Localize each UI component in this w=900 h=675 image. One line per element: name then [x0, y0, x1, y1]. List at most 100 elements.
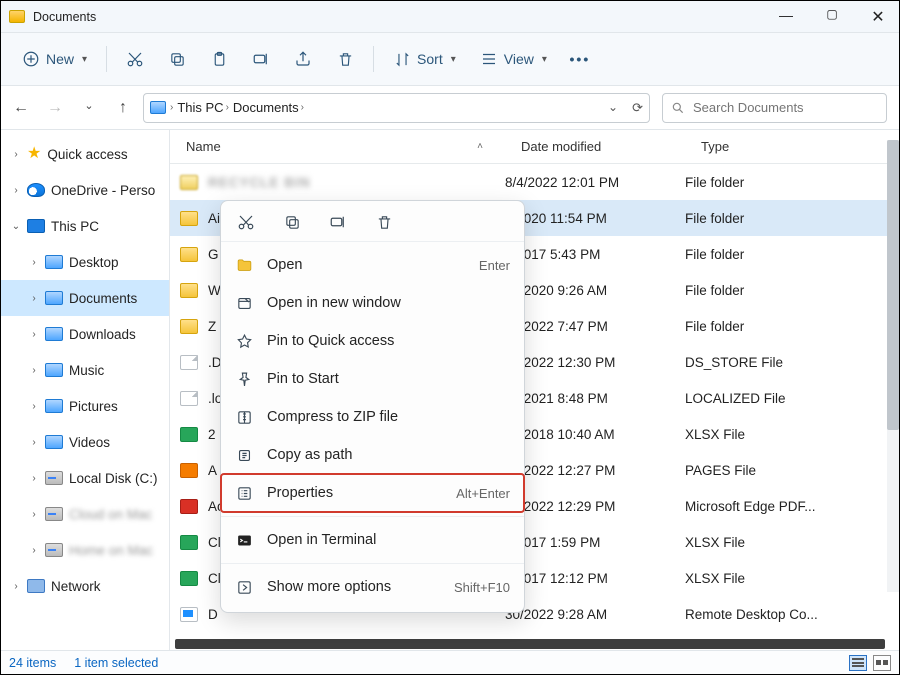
window-icon: [235, 294, 253, 312]
recycle-icon: [180, 175, 198, 190]
chevron-right-icon[interactable]: ›: [11, 149, 21, 160]
refresh-button[interactable]: ⟳: [632, 100, 643, 116]
sidebar-item-cloud-on-mac[interactable]: ›Cloud on Mac: [1, 496, 169, 532]
chevron-right-icon[interactable]: ›: [11, 581, 21, 592]
chevron-right-icon[interactable]: ›: [29, 293, 39, 304]
file-type: File folder: [685, 175, 899, 190]
thumbnails-view-button[interactable]: [873, 655, 891, 671]
chevron-right-icon[interactable]: ›: [11, 185, 21, 196]
sidebar-item-this-pc[interactable]: ⌄This PC: [1, 208, 169, 244]
file-type: File folder: [685, 247, 899, 262]
context-menu-pin-to-quick-access[interactable]: Pin to Quick access: [221, 322, 524, 360]
address-bar[interactable]: › This PC› Documents› ⌄ ⟳: [143, 93, 650, 123]
chevron-right-icon[interactable]: ›: [29, 401, 39, 412]
forward-button[interactable]: →: [47, 99, 63, 117]
new-button[interactable]: New ▾: [13, 45, 96, 73]
details-view-button[interactable]: [849, 655, 867, 671]
chevron-right-icon[interactable]: ›: [29, 473, 39, 484]
sidebar-item-network[interactable]: ›Network: [1, 568, 169, 604]
rename-icon[interactable]: [329, 213, 347, 231]
sort-button[interactable]: Sort▾: [384, 45, 465, 73]
file-row[interactable]: RECYCLE BIN8/4/2022 12:01 PMFile folder: [170, 164, 899, 200]
scrollbar-thumb[interactable]: [887, 140, 899, 430]
chevron-right-icon[interactable]: ›: [29, 257, 39, 268]
context-menu-compress-to-zip-file[interactable]: Compress to ZIP file: [221, 398, 524, 436]
scissors-icon: [126, 50, 144, 68]
back-button[interactable]: ←: [13, 99, 29, 117]
minimize-button[interactable]: —: [777, 7, 795, 27]
delete-button[interactable]: [327, 45, 363, 73]
chevron-right-icon[interactable]: ›: [29, 329, 39, 340]
address-dropdown-button[interactable]: ⌄: [608, 100, 618, 116]
path-icon: [235, 446, 253, 464]
folder-icon: [9, 10, 25, 23]
sidebar-item-desktop[interactable]: ›Desktop: [1, 244, 169, 280]
paste-icon: [210, 50, 228, 68]
folder-icon: [180, 319, 198, 334]
sidebar-item-label: Pictures: [69, 399, 118, 414]
file-icon: [180, 355, 198, 370]
chevron-down-icon: ▾: [451, 54, 456, 65]
context-menu-show-more-options[interactable]: Show more optionsShift+F10: [221, 568, 524, 606]
file-date: 28/2022 12:29 PM: [505, 499, 685, 514]
context-menu-properties[interactable]: PropertiesAlt+Enter: [221, 474, 524, 512]
scissors-icon[interactable]: [237, 213, 255, 231]
selection-count: 1 item selected: [74, 656, 158, 670]
address-segment[interactable]: This PC: [177, 100, 223, 115]
chevron-down-icon[interactable]: ⌄: [11, 221, 21, 232]
context-menu-pin-to-start[interactable]: Pin to Start: [221, 360, 524, 398]
folder-icon: [235, 256, 253, 274]
chevron-right-icon[interactable]: ›: [29, 545, 39, 556]
context-menu: OpenEnterOpen in new windowPin to Quick …: [220, 200, 525, 613]
sidebar-item-local-disk-c-[interactable]: ›Local Disk (C:): [1, 460, 169, 496]
copy-icon: [168, 50, 186, 68]
vertical-scrollbar[interactable]: [887, 140, 899, 592]
sidebar-item-label: Quick access: [47, 147, 127, 162]
sidebar-item-onedrive-perso[interactable]: ›OneDrive - Perso: [1, 172, 169, 208]
context-menu-open[interactable]: OpenEnter: [221, 246, 524, 284]
chevron-right-icon[interactable]: ›: [29, 509, 39, 520]
recent-locations-button[interactable]: ⌄: [81, 99, 97, 117]
share-button[interactable]: [285, 45, 321, 73]
rename-button[interactable]: [243, 45, 279, 73]
disk-icon: [45, 543, 63, 557]
file-name: Z: [208, 319, 216, 334]
chevron-right-icon[interactable]: ›: [29, 437, 39, 448]
context-menu-copy-as-path[interactable]: Copy as path: [221, 436, 524, 474]
sidebar-item-quick-access[interactable]: ›★Quick access: [1, 136, 169, 172]
search-box[interactable]: [662, 93, 887, 123]
file-name: RECYCLE BIN: [208, 175, 311, 190]
context-menu-label: Copy as path: [267, 447, 352, 463]
chevron-right-icon[interactable]: ›: [29, 365, 39, 376]
more-button[interactable]: •••: [562, 45, 598, 73]
context-menu-open-in-new-window[interactable]: Open in new window: [221, 284, 524, 322]
sidebar-item-videos[interactable]: ›Videos: [1, 424, 169, 460]
copy-icon[interactable]: [283, 213, 301, 231]
paste-button[interactable]: [201, 45, 237, 73]
sidebar-item-documents[interactable]: ›Documents: [1, 280, 169, 316]
context-menu-open-in-terminal[interactable]: Open in Terminal: [221, 521, 524, 559]
maximize-button[interactable]: ▢: [823, 7, 841, 27]
sidebar-item-downloads[interactable]: ›Downloads: [1, 316, 169, 352]
up-button[interactable]: ↑: [115, 99, 131, 117]
view-button[interactable]: View▾: [471, 45, 556, 73]
address-segment[interactable]: Documents: [233, 100, 299, 115]
cut-button[interactable]: [117, 45, 153, 73]
sidebar-item-music[interactable]: ›Music: [1, 352, 169, 388]
sidebar-item-pictures[interactable]: › Pictures: [1, 388, 169, 424]
close-button[interactable]: ✕: [869, 7, 887, 27]
trash-icon[interactable]: [375, 213, 393, 231]
copy-button[interactable]: [159, 45, 195, 73]
properties-icon: [235, 484, 253, 502]
xlsx-icon: [180, 427, 198, 442]
column-date[interactable]: Date modified: [505, 139, 685, 154]
sidebar: ›★Quick access›OneDrive - Perso⌄This PC›…: [1, 130, 169, 652]
sidebar-item-home-on-mac[interactable]: ›Home on Mac: [1, 532, 169, 568]
file-date: 30/2020 9:26 AM: [505, 283, 685, 298]
file-date: 6/2017 1:59 PM: [505, 535, 685, 550]
search-input[interactable]: [693, 100, 878, 115]
horizontal-scrollbar[interactable]: [175, 639, 885, 649]
file-type: Remote Desktop Co...: [685, 607, 899, 622]
column-name[interactable]: Name˄: [170, 139, 505, 154]
column-type[interactable]: Type: [685, 139, 899, 154]
